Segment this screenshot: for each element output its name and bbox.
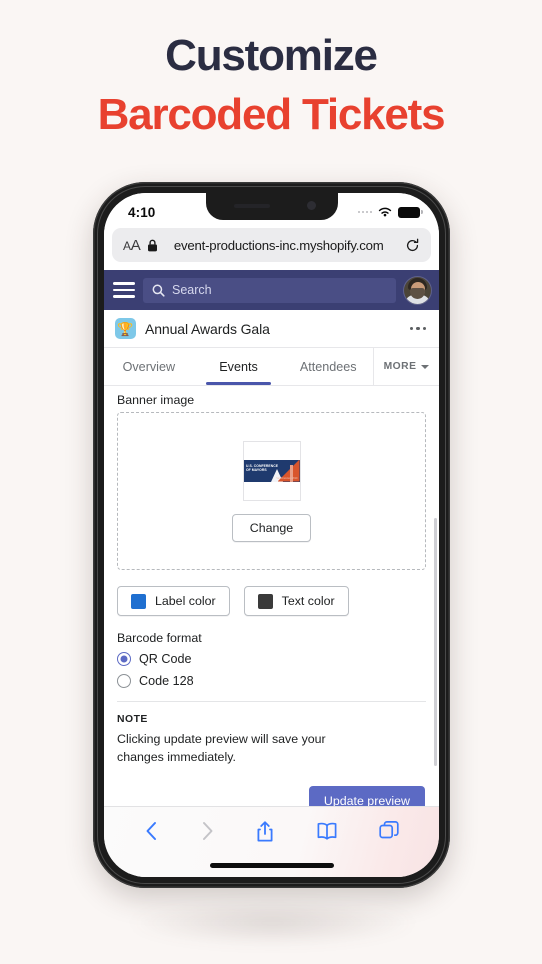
phone-mockup: 4:10 AA event-productions-inc.myshopify.… — [93, 182, 450, 888]
page-title: Annual Awards Gala — [145, 320, 270, 337]
banner-image-label: Banner image — [117, 393, 195, 407]
headline-line-2: Barcoded Tickets — [97, 90, 446, 140]
lock-icon — [148, 239, 158, 251]
ellipsis-icon[interactable] — [409, 323, 426, 334]
forward-chevron-icon[interactable] — [200, 820, 215, 844]
text-color-button[interactable]: Text color — [243, 586, 349, 616]
label-color-text: Label color — [155, 594, 216, 608]
banner-artwork: U.S. CONFERENCE OF MAYORS San Francisco … — [243, 459, 300, 482]
url-text: event-productions-inc.myshopify.com — [173, 237, 384, 253]
tab-attendees[interactable]: Attendees — [283, 348, 373, 385]
note-body: Clicking update preview will save your c… — [117, 732, 326, 764]
tab-more-dropdown[interactable]: MORE — [373, 348, 439, 385]
trophy-app-icon: 🏆 — [115, 318, 136, 339]
chevron-down-icon — [421, 364, 430, 369]
label-color-swatch — [131, 593, 146, 609]
note-title: NOTE — [117, 714, 148, 725]
back-chevron-icon[interactable] — [144, 820, 159, 844]
search-icon — [152, 284, 165, 297]
battery-full-icon — [398, 206, 423, 218]
radio-option-qr-code[interactable]: QR Code — [117, 652, 426, 666]
front-camera — [306, 201, 316, 210]
phone-screen: 4:10 AA event-productions-inc.myshopify.… — [104, 193, 439, 877]
earpiece-speaker — [233, 204, 270, 208]
safari-url-bar[interactable]: AA event-productions-inc.myshopify.com — [112, 228, 431, 262]
form-content: Banner image U.S. CONFERENCE OF MAYORS S… — [104, 386, 439, 812]
promo-headline: Customize Barcoded Tickets — [0, 26, 542, 145]
radio-option-code-128[interactable]: Code 128 — [117, 674, 426, 688]
search-placeholder: Search — [172, 283, 212, 297]
book-icon[interactable] — [316, 820, 338, 844]
radio-qr-code-label: QR Code — [139, 652, 192, 666]
color-buttons-row: Label color Text color — [117, 586, 426, 616]
share-icon[interactable] — [255, 820, 275, 844]
tab-more-label: MORE — [383, 361, 417, 372]
banner-image-dropzone[interactable]: U.S. CONFERENCE OF MAYORS San Francisco … — [117, 412, 426, 570]
tab-bar: Overview Events Attendees MORE — [104, 348, 439, 386]
signal-dots-icon — [357, 210, 372, 214]
safari-urlbar-container: AA event-productions-inc.myshopify.com — [104, 225, 439, 270]
banner-thumbnail: U.S. CONFERENCE OF MAYORS San Francisco … — [242, 440, 301, 501]
trophy-glyph: 🏆 — [117, 321, 134, 336]
text-color-text: Text color — [281, 594, 335, 608]
label-color-button[interactable]: Label color — [117, 586, 230, 616]
tab-events[interactable]: Events — [194, 348, 284, 385]
wifi-icon — [378, 207, 392, 217]
scrollbar[interactable] — [433, 518, 437, 766]
text-size-aa-button[interactable]: AA — [123, 237, 141, 254]
safari-bottom-toolbar — [104, 806, 439, 877]
phone-drop-shadow — [130, 900, 415, 946]
text-color-swatch — [257, 593, 273, 609]
home-indicator — [209, 863, 334, 868]
tab-overview[interactable]: Overview — [104, 348, 194, 385]
headline-line-1: Customize — [165, 31, 378, 80]
reload-icon[interactable] — [405, 238, 420, 253]
status-time: 4:10 — [128, 204, 156, 220]
banner-artwork-caption: San Francisco 2019 — [276, 476, 298, 480]
radio-code-128[interactable] — [117, 674, 131, 688]
barcode-format-label: Barcode format — [117, 631, 202, 645]
radio-qr-code[interactable] — [117, 652, 131, 666]
avatar[interactable] — [404, 276, 431, 304]
tabs-icon[interactable] — [379, 820, 399, 844]
change-image-button[interactable]: Change — [231, 513, 312, 542]
divider — [117, 701, 426, 702]
phone-notch — [205, 193, 338, 220]
shopify-top-nav: Search — [104, 270, 439, 310]
radio-code-128-label: Code 128 — [139, 674, 194, 688]
hamburger-menu-icon[interactable] — [113, 280, 135, 299]
status-indicators — [357, 206, 423, 218]
app-header: 🏆 Annual Awards Gala — [104, 310, 439, 348]
search-input[interactable]: Search — [143, 277, 396, 303]
